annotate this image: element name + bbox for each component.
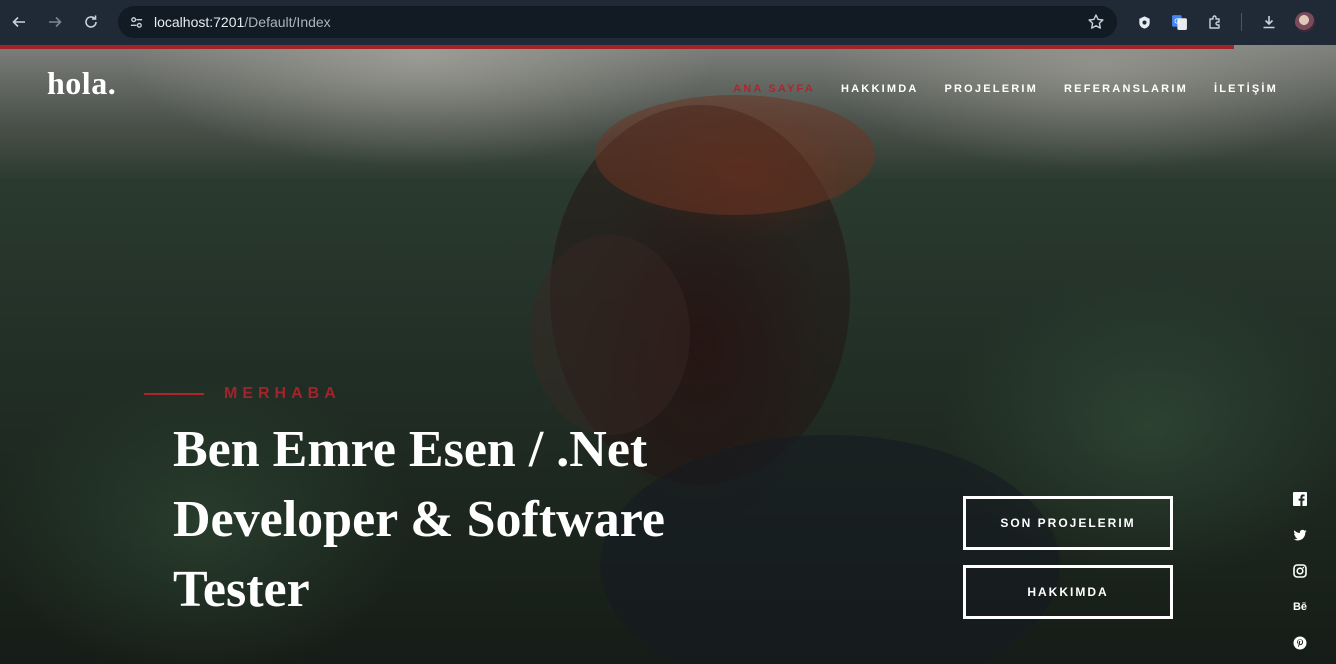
latest-projects-button[interactable]: SON PROJELERIM bbox=[963, 496, 1173, 550]
nav-item-about[interactable]: HAKKIMDA bbox=[841, 83, 918, 95]
back-button[interactable] bbox=[1, 4, 37, 40]
instagram-icon bbox=[1293, 564, 1307, 578]
download-icon[interactable] bbox=[1257, 10, 1281, 34]
behance-link[interactable]: Bē bbox=[1290, 589, 1310, 625]
intro-accent-line bbox=[144, 393, 204, 395]
intro-title: Ben Emre Esen / .Net Developer & Softwar… bbox=[173, 421, 665, 618]
site-logo[interactable]: hola. bbox=[47, 65, 116, 102]
star-icon[interactable] bbox=[1087, 13, 1105, 31]
facebook-icon bbox=[1293, 492, 1307, 506]
puzzle-icon[interactable] bbox=[1203, 10, 1227, 34]
nav-item-contact[interactable]: İLETİŞİM bbox=[1214, 83, 1278, 95]
behance-icon: Bē bbox=[1292, 601, 1308, 613]
url-text[interactable]: localhost:7201/Default/Index bbox=[154, 14, 331, 30]
pinterest-link[interactable] bbox=[1290, 625, 1310, 661]
address-bar[interactable]: localhost:7201/Default/Index bbox=[118, 6, 1117, 38]
nav-item-home[interactable]: ANA SAYFA bbox=[733, 83, 815, 95]
hero-section: hola. ANA SAYFA HAKKIMDA PROJELERIM REFE… bbox=[0, 45, 1336, 664]
toolbar-divider bbox=[1241, 13, 1242, 31]
reload-button[interactable] bbox=[73, 4, 109, 40]
instagram-link[interactable] bbox=[1290, 553, 1310, 589]
about-button[interactable]: HAKKIMDA bbox=[963, 565, 1173, 619]
forward-button[interactable] bbox=[37, 4, 73, 40]
twitter-link[interactable] bbox=[1290, 517, 1310, 553]
profile-avatar[interactable] bbox=[1295, 12, 1315, 32]
intro-pretitle: MERHABA bbox=[224, 385, 341, 402]
site-info-icon[interactable] bbox=[120, 6, 152, 38]
nav-item-references[interactable]: REFERANSLARIM bbox=[1064, 83, 1188, 95]
shield-extension-icon[interactable] bbox=[1132, 10, 1156, 34]
nav-item-projects[interactable]: PROJELERIM bbox=[945, 83, 1039, 95]
translate-extension-icon[interactable]: G bbox=[1167, 10, 1191, 34]
svg-text:G: G bbox=[1174, 16, 1180, 25]
forward-icon bbox=[49, 16, 62, 28]
pinterest-icon bbox=[1293, 636, 1307, 650]
facebook-link[interactable] bbox=[1290, 481, 1310, 517]
reload-icon bbox=[85, 15, 97, 28]
browser-toolbar: localhost:7201/Default/Index G bbox=[0, 0, 1336, 45]
back-icon bbox=[12, 16, 25, 28]
main-nav: ANA SAYFA HAKKIMDA PROJELERIM REFERANSLA… bbox=[733, 83, 1278, 95]
twitter-icon bbox=[1293, 529, 1307, 541]
social-links: Bē bbox=[1290, 481, 1310, 661]
